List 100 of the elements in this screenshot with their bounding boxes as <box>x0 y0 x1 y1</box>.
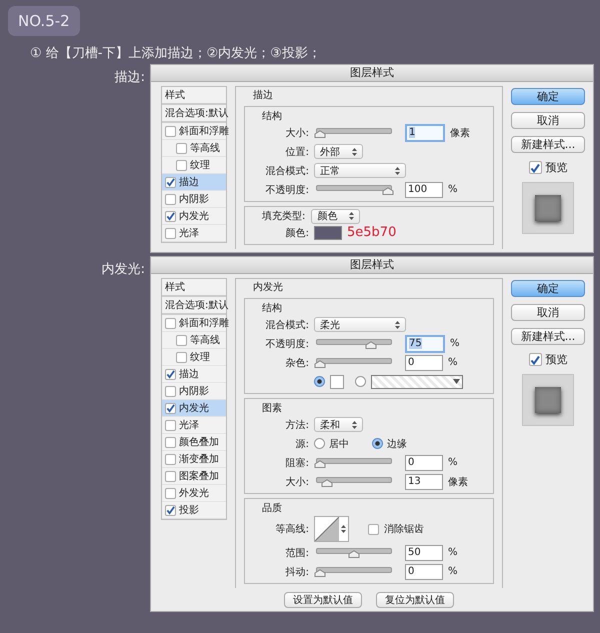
slider-thumb[interactable] <box>314 460 326 468</box>
checkbox[interactable] <box>165 176 176 188</box>
style-list-item[interactable]: 图案叠加 <box>162 468 226 485</box>
checkbox[interactable] <box>368 524 379 534</box>
slider[interactable] <box>314 566 394 577</box>
number-field[interactable]: 0 <box>405 454 443 470</box>
checkbox[interactable] <box>165 504 176 516</box>
slider[interactable] <box>314 338 394 349</box>
checkbox[interactable] <box>165 454 176 464</box>
style-list-item[interactable]: 样式 <box>162 279 226 297</box>
style-list-item[interactable]: 外发光 <box>162 485 226 502</box>
unit-label: % <box>448 457 458 468</box>
slider[interactable] <box>314 357 394 368</box>
field-label: 不透明度: <box>264 338 309 350</box>
style-list-item[interactable]: 内阴影 <box>162 191 226 208</box>
checkbox[interactable] <box>165 228 176 238</box>
style-list-item[interactable]: 渐变叠加 <box>162 451 226 468</box>
dropdown[interactable]: 正常 <box>314 163 406 178</box>
style-list-item[interactable]: 等高线 <box>162 140 226 157</box>
checkbox[interactable] <box>165 402 176 414</box>
number-field[interactable]: 50 <box>405 544 443 560</box>
style-list-item[interactable]: 内发光 <box>162 400 226 417</box>
field-label: 源: <box>294 438 309 450</box>
checkbox[interactable] <box>165 488 176 498</box>
slider-thumb[interactable] <box>314 360 326 368</box>
checkbox[interactable] <box>165 194 176 204</box>
checkbox[interactable] <box>165 386 176 396</box>
checkbox[interactable] <box>528 353 542 366</box>
radio-button[interactable] <box>314 438 325 449</box>
dropdown[interactable]: 外部 <box>314 144 363 159</box>
checkbox[interactable] <box>165 368 176 380</box>
field-value: 1 <box>409 127 416 138</box>
checkbox[interactable] <box>165 420 176 430</box>
slider-thumb[interactable] <box>382 187 394 195</box>
style-list-item[interactable]: 描边 <box>162 366 226 383</box>
slider[interactable] <box>314 127 394 138</box>
radio-button[interactable] <box>372 438 383 449</box>
field-label: 杂色: <box>284 356 309 370</box>
checkbox[interactable] <box>176 352 187 362</box>
checkbox[interactable] <box>176 160 187 170</box>
button[interactable]: 确定 <box>511 280 585 297</box>
checkbox[interactable] <box>176 142 187 154</box>
slider-thumb[interactable] <box>365 341 377 349</box>
button[interactable]: 取消 <box>511 304 585 321</box>
checkbox[interactable] <box>165 210 176 222</box>
stepper-icon <box>341 525 346 533</box>
style-list-item[interactable]: 光泽 <box>162 417 226 434</box>
style-list-item[interactable]: 描边 <box>162 174 226 191</box>
radio-label: 边缘 <box>387 438 407 450</box>
number-field[interactable]: 13 <box>405 474 443 490</box>
number-field[interactable]: 0 <box>405 564 443 580</box>
style-list-item[interactable]: 混合选项:默认 <box>162 105 226 123</box>
style-list-item[interactable]: 光泽 <box>162 225 226 242</box>
style-label: 内阴影 <box>179 192 209 206</box>
slider-thumb[interactable] <box>314 130 326 138</box>
radio-button[interactable] <box>355 376 366 387</box>
number-field[interactable]: 75 <box>405 334 445 352</box>
checkbox[interactable] <box>165 318 176 328</box>
slider[interactable] <box>314 547 394 558</box>
slider[interactable] <box>314 184 394 195</box>
slider-thumb[interactable] <box>314 569 326 577</box>
style-label: 样式 <box>165 280 185 294</box>
style-list-item[interactable]: 内发光 <box>162 208 226 225</box>
dropdown-value: 颜色 <box>317 210 338 223</box>
slider-thumb[interactable] <box>348 550 360 558</box>
color-swatch[interactable] <box>314 226 342 240</box>
checkbox[interactable] <box>165 126 176 136</box>
radio-button[interactable] <box>314 376 325 387</box>
checkbox[interactable] <box>528 161 542 174</box>
dropdown[interactable]: 柔光 <box>314 317 406 332</box>
number-field[interactable]: 0 <box>405 354 443 370</box>
style-label: 颜色叠加 <box>179 436 219 449</box>
dropdown[interactable]: 颜色 <box>311 208 360 224</box>
style-list-item[interactable]: 混合选项:默认 <box>162 297 226 315</box>
field-value: 13 <box>408 476 421 487</box>
button[interactable]: 设置为默认值 <box>284 592 362 608</box>
button[interactable]: 复位为默认值 <box>376 592 454 608</box>
style-list-item[interactable]: 投影 <box>162 502 226 519</box>
field-label: 大小: <box>284 476 309 488</box>
slider-thumb[interactable] <box>320 479 333 487</box>
checkbox[interactable] <box>165 436 176 448</box>
dropdown[interactable]: 柔和 <box>314 417 363 432</box>
color-swatch[interactable] <box>330 374 344 388</box>
checkbox[interactable] <box>165 470 176 482</box>
contour-picker[interactable] <box>314 516 349 542</box>
style-list-item[interactable]: 颜色叠加 <box>162 434 226 451</box>
slider[interactable] <box>314 476 394 487</box>
style-list-item[interactable]: 样式 <box>162 87 226 105</box>
button[interactable]: 确定 <box>511 88 585 105</box>
slider[interactable] <box>314 457 394 468</box>
group-title: 品质 <box>262 502 282 515</box>
button[interactable]: 新建样式... <box>511 328 585 345</box>
number-field[interactable]: 100 <box>405 182 443 198</box>
gradient-picker[interactable] <box>371 374 463 388</box>
button[interactable]: 取消 <box>511 112 585 129</box>
number-field[interactable]: 1 <box>405 124 445 142</box>
button[interactable]: 新建样式... <box>511 136 585 153</box>
checkbox[interactable] <box>176 334 187 346</box>
style-list-item[interactable]: 纹理 <box>162 349 226 366</box>
style-list-item[interactable]: 等高线 <box>162 332 226 349</box>
